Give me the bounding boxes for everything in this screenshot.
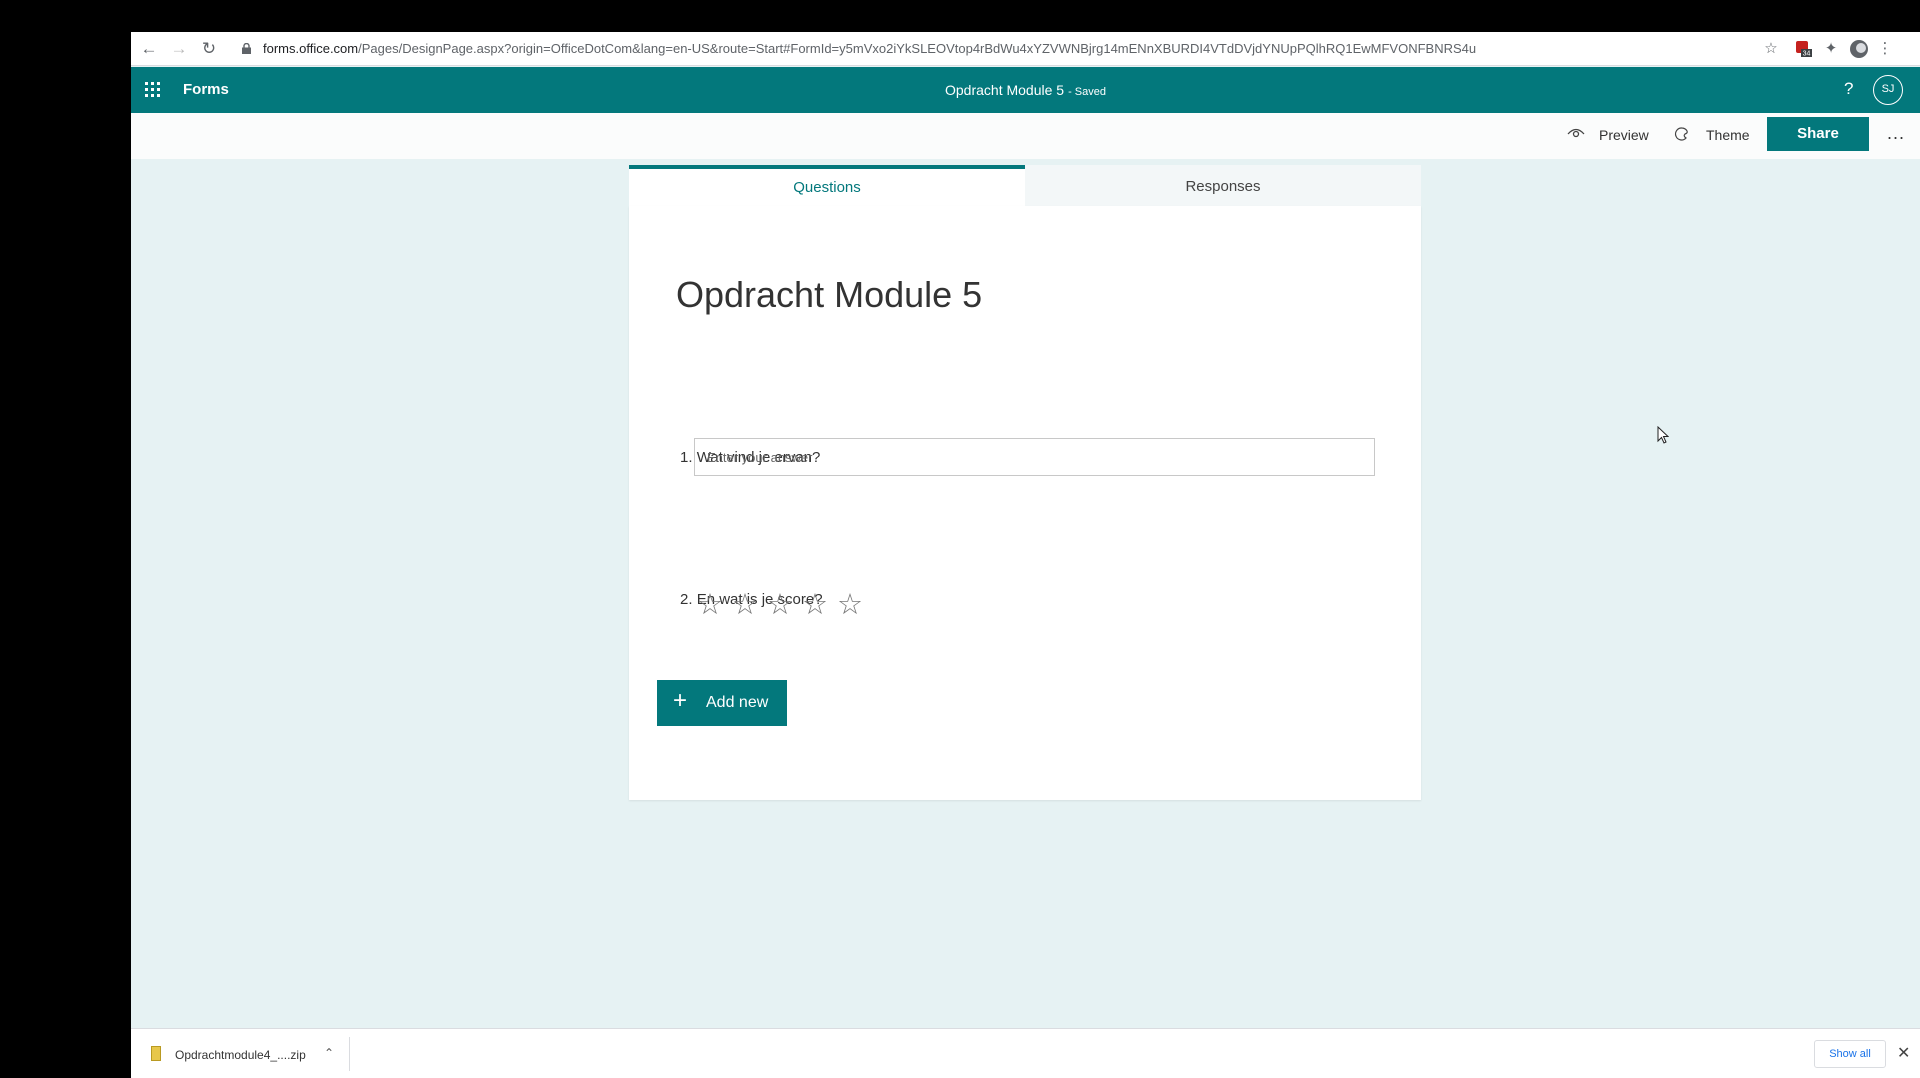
save-status: - Saved (1068, 86, 1106, 98)
form-tabs: Questions Responses (629, 165, 1421, 206)
extensions-puzzle-icon[interactable]: ✦ (1821, 39, 1841, 59)
download-item[interactable]: Opdrachtmodule4_....zip (151, 1046, 306, 1062)
show-all-button[interactable]: Show all (1814, 1040, 1886, 1068)
browser-menu-icon[interactable]: ⋮ (1875, 39, 1895, 59)
divider (349, 1037, 350, 1071)
bookmark-star-icon[interactable]: ☆ (1761, 39, 1781, 59)
back-icon[interactable]: ← (139, 39, 159, 59)
star-icon[interactable]: ☆ (767, 590, 797, 620)
help-icon[interactable]: ? (1844, 79, 1853, 99)
tab-responses[interactable]: Responses (1025, 165, 1421, 206)
address-bar[interactable]: forms.office.com/Pages/DesignPage.aspx?o… (263, 41, 1476, 56)
answer-input[interactable]: Enter your answer (694, 438, 1375, 476)
question-number: 2. (680, 591, 693, 608)
add-new-button[interactable]: + Add new (657, 680, 787, 726)
url-host: forms.office.com (263, 41, 359, 56)
question-number: 1. (680, 449, 693, 466)
forms-app-bar: Forms Opdracht Module 5- Saved ? SJ (131, 67, 1920, 113)
command-bar: Preview Theme Share ... (131, 113, 1920, 159)
star-icon[interactable]: ☆ (837, 590, 867, 620)
star-icon[interactable]: ☆ (697, 590, 727, 620)
more-options-icon[interactable]: ... (1887, 123, 1905, 144)
star-icon[interactable]: ☆ (732, 590, 762, 620)
lock-icon (242, 43, 251, 54)
star-icon[interactable]: ☆ (802, 590, 832, 620)
download-file-name: Opdrachtmodule4_....zip (175, 1048, 306, 1062)
profile-icon[interactable] (1849, 39, 1869, 59)
url-path: /Pages/DesignPage.aspx?origin=OfficeDotC… (358, 41, 1477, 56)
mouse-cursor-icon (1657, 426, 1669, 444)
reload-icon[interactable]: ↻ (199, 39, 219, 59)
forward-icon[interactable]: → (169, 39, 189, 59)
browser-window: ← → ↻ forms.office.com/Pages/DesignPage.… (131, 32, 1920, 1078)
form-card: Opdracht Module 5 1. Wat vind je ervan? … (629, 206, 1421, 800)
plus-icon: + (673, 687, 688, 714)
extension-badge: 34 (1803, 51, 1811, 58)
close-icon[interactable]: ✕ (1897, 1043, 1910, 1063)
theme-label: Theme (1706, 127, 1750, 143)
palette-icon (1674, 127, 1688, 141)
preview-label: Preview (1599, 127, 1649, 143)
preview-button[interactable]: Preview (1567, 127, 1649, 143)
eye-icon (1567, 128, 1585, 138)
share-button[interactable]: Share (1767, 117, 1869, 151)
download-bar: Opdrachtmodule4_....zip ⌃ Show all ✕ (131, 1028, 1920, 1078)
browser-toolbar: ← → ↻ forms.office.com/Pages/DesignPage.… (131, 32, 1920, 66)
chevron-up-icon[interactable]: ⌃ (324, 1046, 334, 1060)
rating-stars: ☆ ☆ ☆ ☆ ☆ (697, 590, 872, 620)
theme-button[interactable]: Theme (1674, 127, 1750, 143)
add-new-label: Add new (706, 694, 769, 711)
document-title-text: Opdracht Module 5 (945, 82, 1065, 98)
avatar[interactable]: SJ (1873, 75, 1903, 105)
document-title: Opdracht Module 5- Saved (131, 82, 1920, 98)
extension-icon[interactable]: 34 (1793, 39, 1813, 59)
form-title[interactable]: Opdracht Module 5 (676, 274, 982, 316)
tab-questions[interactable]: Questions (629, 165, 1025, 206)
zip-file-icon (151, 1046, 161, 1061)
